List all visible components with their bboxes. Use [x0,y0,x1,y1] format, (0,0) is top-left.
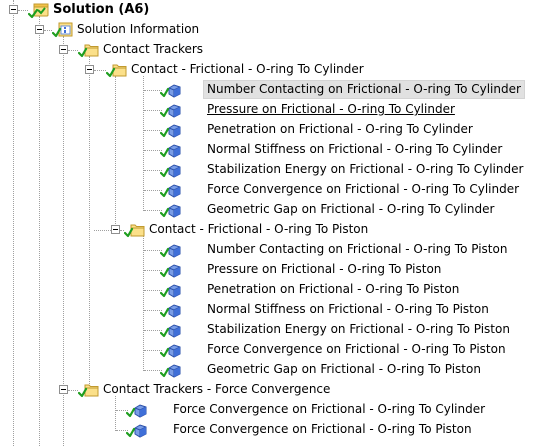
tracker-item[interactable]: Normal Stiffness on Frictional - O-ring … [0,300,557,320]
tracker-item-label: Force Convergence on Frictional - O-ring… [173,422,472,436]
collapse-toggle[interactable] [59,45,68,54]
contact-tracker-icon [160,101,182,119]
tracker-item[interactable]: Force Convergence on Frictional - O-ring… [0,420,557,440]
tracker-item-label: Penetration on Frictional - O-ring To Pi… [207,282,460,296]
tracker-item[interactable]: Force Convergence on Frictional - O-ring… [0,400,557,420]
tracker-item-label: Pressure on Frictional - O-ring To Pisto… [207,262,442,276]
tracker-item-label: Geometric Gap on Frictional - O-ring To … [207,202,495,216]
tree-node-label: Contact - Frictional - O-ring To Piston [149,222,369,236]
tracker-item-label: Number Contacting on Frictional - O-ring… [207,242,508,256]
tree-node-label: Contact Trackers [103,42,204,56]
contact-tracker-icon [160,281,182,299]
tree-line [44,30,52,31]
collapse-toggle[interactable] [35,25,44,34]
tracker-item[interactable]: Pressure on Frictional - O-ring To Pisto… [0,260,557,280]
tracker-item-label: Force Convergence on Frictional - O-ring… [173,402,486,416]
collapse-toggle[interactable] [9,5,18,14]
tree-node-force-convergence[interactable]: Contact Trackers - Force Convergence [0,380,557,400]
collapse-toggle[interactable] [111,225,120,234]
tree-node-contact-cylinder[interactable]: Contact - Frictional - O-ring To Cylinde… [0,60,557,80]
tree-node-contact-trackers[interactable]: Contact Trackers [0,40,557,60]
contact-tracker-icon [160,301,182,319]
tree-line [68,50,78,51]
tree-node-label: Solution (A6) [53,2,150,17]
tracker-item-label: Force Convergence on Frictional - O-ring… [207,342,506,356]
tracker-item-label: Stabilization Energy on Frictional - O-r… [207,162,524,176]
contact-tracker-icon [160,341,182,359]
contact-tracker-icon [160,321,182,339]
contact-tracker-icon [126,421,148,439]
contact-tracker-icon [160,81,182,99]
tree-node-solution-information[interactable]: Solution Information [0,20,557,40]
tracker-item-label: Stabilization Energy on Frictional - O-r… [207,322,510,336]
tree-line [94,230,111,231]
tracker-item-label: Number Contacting on Frictional - O-ring… [203,80,525,99]
tracker-item[interactable]: Penetration on Frictional - O-ring To Pi… [0,280,557,300]
tree-node-solution[interactable]: Solution (A6) [0,0,557,20]
tree-line [18,10,28,11]
tracker-item[interactable]: Pressure on Frictional - O-ring To Cylin… [0,100,557,120]
contact-tracker-icon [160,261,182,279]
tree-node-label: Solution Information [77,22,200,36]
tracker-item[interactable]: Geometric Gap on Frictional - O-ring To … [0,360,557,380]
contact-tracker-icon [160,141,182,159]
contact-tracker-icon [160,361,182,379]
tracker-item[interactable]: Number Contacting on Frictional - O-ring… [0,80,557,100]
tracker-item[interactable]: Stabilization Energy on Frictional - O-r… [0,320,557,340]
tree-line [94,70,106,71]
tracker-item-label: Force Convergence on Frictional - O-ring… [207,182,520,196]
folder-icon [78,41,100,59]
contact-tracker-icon [160,181,182,199]
collapse-toggle[interactable] [59,385,68,394]
tracker-item-label: Geometric Gap on Frictional - O-ring To … [207,362,481,376]
tracker-item[interactable]: Force Convergence on Frictional - O-ring… [0,180,557,200]
tree-line [68,390,78,391]
folder-icon [124,221,146,239]
tracker-item[interactable]: Geometric Gap on Frictional - O-ring To … [0,200,557,220]
folder-icon [78,381,100,399]
tracker-item-label: Normal Stiffness on Frictional - O-ring … [207,302,489,316]
tree-node-contact-piston[interactable]: Contact - Frictional - O-ring To Piston [0,220,557,240]
collapse-toggle[interactable] [85,65,94,74]
folder-icon [106,61,128,79]
tracker-item-label: Pressure on Frictional - O-ring To Cylin… [207,102,455,116]
contact-tracker-icon [160,121,182,139]
tracker-item[interactable]: Force Convergence on Frictional - O-ring… [0,340,557,360]
solution-tree: Solution (A6) Solution Information Conta… [0,0,557,446]
tracker-item-label: Penetration on Frictional - O-ring To Cy… [207,122,473,136]
contact-tracker-icon [160,161,182,179]
solution-information-icon [52,21,74,39]
tracker-item-label: Normal Stiffness on Frictional - O-ring … [207,142,503,156]
tracker-item[interactable]: Number Contacting on Frictional - O-ring… [0,240,557,260]
contact-tracker-icon [160,241,182,259]
tree-node-label: Contact Trackers - Force Convergence [103,382,331,396]
contact-tracker-icon [126,401,148,419]
tree-node-label: Contact - Frictional - O-ring To Cylinde… [131,62,364,76]
tracker-item[interactable]: Normal Stiffness on Frictional - O-ring … [0,140,557,160]
contact-tracker-icon [160,201,182,219]
solution-icon [28,1,50,19]
tracker-item[interactable]: Stabilization Energy on Frictional - O-r… [0,160,557,180]
tracker-item[interactable]: Penetration on Frictional - O-ring To Cy… [0,120,557,140]
